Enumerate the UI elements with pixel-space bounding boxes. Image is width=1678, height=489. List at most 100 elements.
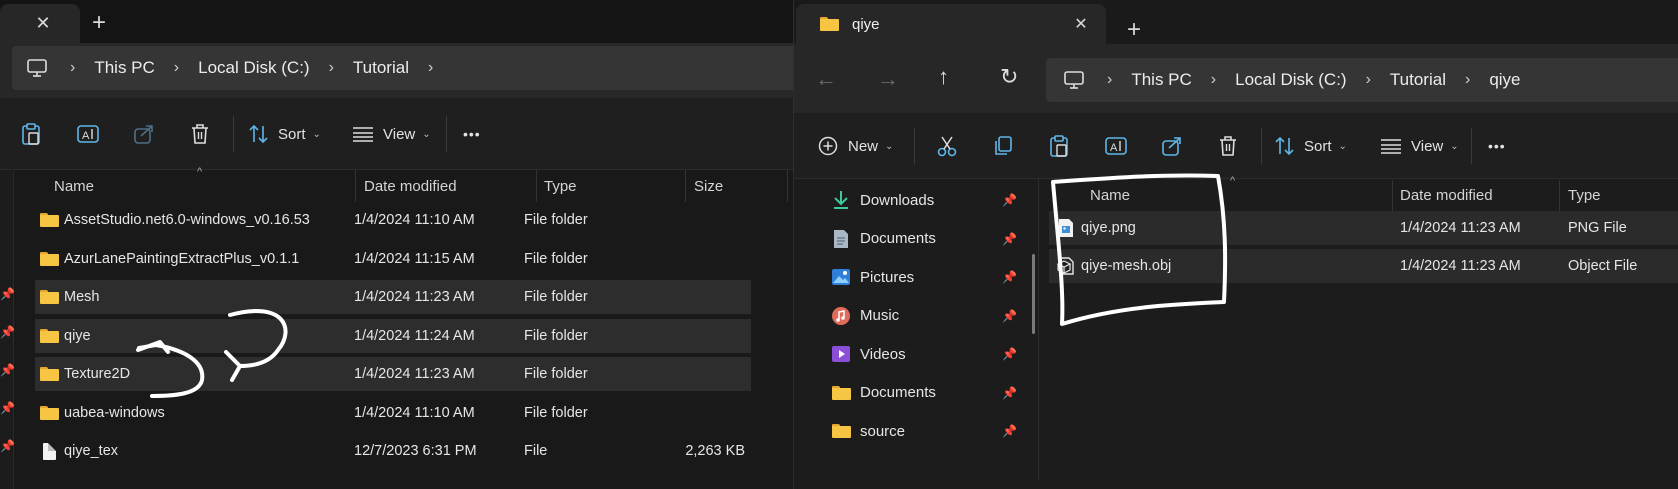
nav-item-documents[interactable]: Documents 📌 xyxy=(794,221,1024,257)
copy-button[interactable] xyxy=(993,128,1013,164)
new-button[interactable]: New ⌄ xyxy=(818,128,893,164)
close-tab-icon[interactable]: ✕ xyxy=(28,8,58,38)
breadcrumb-local-disk[interactable]: Local Disk (C:) xyxy=(1235,70,1346,90)
view-button[interactable]: View ⌄ xyxy=(1380,128,1459,164)
view-button[interactable]: View ⌄ xyxy=(352,116,431,152)
right-address-bar[interactable]: › This PC › Local Disk (C:) › Tutorial ›… xyxy=(1046,58,1678,102)
pin-icon[interactable]: 📌 xyxy=(1002,193,1017,207)
file-row[interactable]: AssetStudio.net6.0-windows_v0.16.53 1/4/2… xyxy=(35,203,751,237)
close-tab-icon[interactable]: ✕ xyxy=(1066,9,1096,39)
pin-icon[interactable]: 📌 xyxy=(1002,347,1017,361)
file-type: File xyxy=(524,443,548,459)
more-icon: ••• xyxy=(1488,138,1506,154)
chevron-right-icon[interactable]: › xyxy=(1366,71,1371,89)
new-label: New xyxy=(848,137,879,155)
sort-button[interactable]: Sort ⌄ xyxy=(1274,128,1347,164)
left-tab[interactable]: ✕ xyxy=(0,4,80,44)
refresh-button[interactable]: ↻ xyxy=(1000,64,1018,90)
new-tab-button[interactable]: + xyxy=(1119,15,1149,45)
nav-item-downloads[interactable]: Downloads 📌 xyxy=(794,182,1024,218)
share-button[interactable] xyxy=(1161,128,1183,164)
delete-icon xyxy=(1220,136,1236,156)
breadcrumb-tutorial[interactable]: Tutorial xyxy=(353,58,409,78)
file-row[interactable]: Texture2D 1/4/2024 11:23 AM File folder xyxy=(35,357,751,391)
share-button[interactable] xyxy=(133,116,159,152)
breadcrumb-this-pc[interactable]: This PC xyxy=(94,58,154,78)
nav-item-pictures[interactable]: Pictures 📌 xyxy=(794,259,1024,295)
column-divider[interactable] xyxy=(355,170,356,202)
obj-file-icon xyxy=(1055,256,1077,276)
nav-item-videos[interactable]: Videos 📌 xyxy=(794,336,1024,372)
new-tab-button[interactable]: + xyxy=(84,8,114,38)
column-divider[interactable] xyxy=(685,170,686,202)
chevron-right-icon[interactable]: › xyxy=(1211,71,1216,89)
chevron-right-icon[interactable]: › xyxy=(1465,71,1470,89)
nav-item-source[interactable]: source 📌 xyxy=(794,413,1024,449)
sort-ascending-icon: ^ xyxy=(197,166,203,178)
up-button[interactable]: ↑ xyxy=(938,64,949,90)
rename-button[interactable]: A xyxy=(1104,128,1128,164)
chevron-right-icon[interactable]: › xyxy=(1107,71,1112,89)
file-row[interactable]: qiye.png 1/4/2024 11:23 AM PNG File xyxy=(1049,211,1678,245)
more-options-button[interactable]: ••• xyxy=(463,116,481,152)
breadcrumb-this-pc[interactable]: This PC xyxy=(1131,70,1191,90)
file-row[interactable]: qiye_tex 12/7/2023 6:31 PM File 2,263 KB xyxy=(35,434,751,468)
music-icon xyxy=(830,306,852,326)
column-divider[interactable] xyxy=(536,170,537,202)
back-button[interactable]: ← xyxy=(815,66,837,92)
paste-button[interactable] xyxy=(1048,128,1070,164)
pin-icon[interactable]: 📌 xyxy=(1002,309,1017,323)
column-divider[interactable] xyxy=(1559,180,1560,212)
toolbar-divider xyxy=(1471,128,1472,164)
nav-item-music[interactable]: Music 📌 xyxy=(794,298,1024,334)
pin-icon: 📌 xyxy=(0,325,15,339)
column-header-type[interactable]: Type xyxy=(1568,187,1601,204)
file-row[interactable]: qiye 1/4/2024 11:24 AM File folder xyxy=(35,318,751,353)
nav-scrollbar[interactable] xyxy=(1032,254,1035,334)
file-row[interactable]: uabea-windows 1/4/2024 11:10 AM File folde… xyxy=(35,396,751,430)
nav-item-documents[interactable]: Documents 📌 xyxy=(794,375,1024,411)
file-row[interactable]: AzurLanePaintingExtractPlus_v0.1.1 1/4/20… xyxy=(35,242,751,276)
png-file-icon xyxy=(1055,218,1077,238)
pin-icon[interactable]: 📌 xyxy=(1002,386,1017,400)
chevron-right-icon[interactable]: › xyxy=(70,59,75,77)
column-header-size[interactable]: Size xyxy=(694,178,723,195)
column-header-date[interactable]: Date modified xyxy=(1400,187,1493,204)
file-name: qiye_tex xyxy=(64,443,119,459)
more-options-button[interactable]: ••• xyxy=(1488,128,1506,164)
navigation-pane: Downloads 📌 Documents 📌 Pictures 📌 Music 📌 Video… xyxy=(794,179,1039,489)
pin-icon[interactable]: 📌 xyxy=(1002,424,1017,438)
pin-icon[interactable]: 📌 xyxy=(1002,232,1017,246)
pin-icon[interactable]: 📌 xyxy=(1002,270,1017,284)
rename-button[interactable]: A xyxy=(76,116,102,152)
file-row[interactable]: Mesh 1/4/2024 11:23 AM File folder xyxy=(35,280,751,314)
column-divider[interactable] xyxy=(787,170,788,202)
left-address-bar[interactable]: › This PC › Local Disk (C:) › Tutorial › xyxy=(12,46,793,90)
file-name: qiye.png xyxy=(1081,220,1136,236)
delete-button[interactable] xyxy=(190,116,212,152)
delete-button[interactable] xyxy=(1218,128,1238,164)
chevron-right-icon[interactable]: › xyxy=(329,59,334,77)
breadcrumb-qiye[interactable]: qiye xyxy=(1489,70,1520,90)
cut-button[interactable] xyxy=(937,128,957,164)
file-name-cell: Texture2D xyxy=(38,357,130,391)
file-row[interactable]: qiye-mesh.obj 1/4/2024 11:23 AM Object Fil… xyxy=(1049,249,1678,283)
column-divider[interactable] xyxy=(1392,180,1393,212)
plus-circle-icon xyxy=(818,136,838,156)
view-label: View xyxy=(1411,137,1444,155)
chevron-right-icon[interactable]: › xyxy=(174,59,179,77)
column-header-name[interactable]: Name xyxy=(1090,187,1130,204)
breadcrumb-local-disk[interactable]: Local Disk (C:) xyxy=(198,58,309,78)
chevron-right-icon[interactable]: › xyxy=(428,59,433,77)
sort-button[interactable]: Sort ⌄ xyxy=(248,116,321,152)
column-header-type[interactable]: Type xyxy=(544,178,577,195)
right-tab[interactable]: qiye ✕ xyxy=(796,4,1106,44)
toolbar-divider xyxy=(233,116,234,152)
paste-icon xyxy=(1050,135,1068,157)
forward-button[interactable]: → xyxy=(877,66,899,92)
paste-button[interactable] xyxy=(20,116,46,152)
column-header-date[interactable]: Date modified xyxy=(364,178,457,195)
file-date: 1/4/2024 11:15 AM xyxy=(354,250,475,267)
breadcrumb-tutorial[interactable]: Tutorial xyxy=(1390,70,1446,90)
column-header-name[interactable]: Name xyxy=(54,178,94,195)
